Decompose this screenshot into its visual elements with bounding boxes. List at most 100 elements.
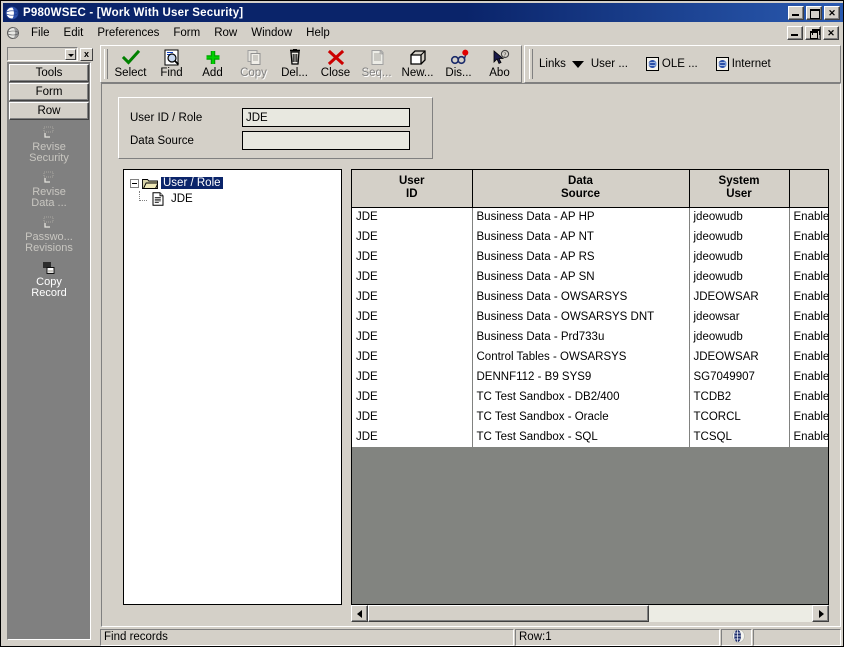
- cell-system-user: TCORCL: [689, 407, 790, 427]
- mdi-system-menu-icon[interactable]: [6, 26, 20, 40]
- sidebar-item-label2: Record: [31, 287, 67, 299]
- maximize-button[interactable]: [806, 5, 822, 20]
- link-user[interactable]: User ...: [591, 58, 628, 70]
- table-row[interactable]: JDE TC Test Sandbox - DB2/400 TCDB2 Enab…: [352, 387, 828, 407]
- new-window-button[interactable]: New...: [397, 47, 438, 81]
- cell-user-status: Enable: [789, 327, 828, 347]
- sidebar-item-revise-security[interactable]: Revise Security: [8, 126, 90, 164]
- add-button-label: Add: [202, 67, 223, 79]
- table-row[interactable]: JDE TC Test Sandbox - Oracle TCORCL Enab…: [352, 407, 828, 427]
- user-id-role-input[interactable]: [242, 108, 410, 127]
- grid-header-user-id-line2: ID: [406, 188, 418, 201]
- sidebar-item-copy-record[interactable]: Copy Record: [8, 261, 90, 299]
- about-button[interactable]: ? Abo: [479, 47, 520, 81]
- grid-header-user-status[interactable]: U St: [789, 170, 828, 208]
- grid-header-data-source[interactable]: Data Source: [472, 170, 690, 208]
- table-row[interactable]: JDE Business Data - AP RS jdeowudb Enabl…: [352, 247, 828, 267]
- toolbar-grip[interactable]: [104, 49, 108, 79]
- status-row-indicator: Row:1: [515, 629, 720, 646]
- sidebar-item-password-revisions[interactable]: Passwo... Revisions: [8, 216, 90, 254]
- add-button[interactable]: Add: [192, 47, 233, 81]
- plus-icon: [202, 49, 224, 66]
- data-source-input[interactable]: [242, 131, 410, 150]
- mdi-minimize-button[interactable]: [787, 26, 803, 40]
- copy-pages-icon: [243, 49, 265, 66]
- user-role-tree[interactable]: User / Role JDE: [123, 169, 342, 605]
- find-button-label: Find: [160, 67, 183, 79]
- display-button[interactable]: Dis...: [438, 47, 479, 81]
- user-security-grid[interactable]: User ID Data Source System User JDE Busi…: [351, 169, 829, 605]
- copy-button[interactable]: Copy: [233, 47, 274, 81]
- close-form-button[interactable]: Close: [315, 47, 356, 81]
- sidebar-tab-form[interactable]: Form: [9, 83, 89, 101]
- sequence-button[interactable]: Seq...: [356, 47, 397, 81]
- window-titlebar: P980WSEC - [Work With User Security] ✕: [3, 3, 843, 22]
- status-bar: Find records Row:1: [100, 629, 841, 646]
- menu-item-preferences[interactable]: Preferences: [90, 25, 166, 41]
- table-row[interactable]: JDE Business Data - OWSARSYS JDEOWSAR En…: [352, 287, 828, 307]
- grid-header-user-id[interactable]: User ID: [352, 170, 473, 208]
- menu-item-window[interactable]: Window: [244, 25, 299, 41]
- table-row[interactable]: JDE Business Data - OWSARSYS DNT jdeowsa…: [352, 307, 828, 327]
- tree-node-root[interactable]: User / Role: [124, 175, 341, 191]
- scrollbar-track[interactable]: [368, 605, 812, 622]
- tree-node-jde[interactable]: JDE: [124, 191, 341, 207]
- sidebar-tab-tools[interactable]: Tools: [9, 64, 89, 82]
- cell-user-status: Enable: [789, 207, 828, 227]
- user-id-role-label: User ID / Role: [130, 111, 203, 124]
- menu-item-row[interactable]: Row: [207, 25, 244, 41]
- cell-user-id: JDE: [352, 247, 473, 267]
- trash-can-icon: [284, 48, 306, 66]
- status-message: Find records: [100, 629, 514, 646]
- data-source-row: Data Source: [130, 131, 410, 150]
- grid-header-data-source-line2: Source: [561, 188, 600, 201]
- table-row[interactable]: JDE Business Data - AP NT jdeowudb Enabl…: [352, 227, 828, 247]
- cell-system-user: jdeowsar: [689, 307, 790, 327]
- close-button[interactable]: ✕: [824, 5, 840, 20]
- table-row[interactable]: JDE DENNF112 - B9 SYS9 SG7049907 Enable: [352, 367, 828, 387]
- cell-user-status: Enable: [789, 387, 828, 407]
- cell-user-status: Enable: [789, 347, 828, 367]
- minimize-button[interactable]: [788, 5, 804, 20]
- cell-data-source: Business Data - AP SN: [472, 267, 690, 287]
- scroll-left-arrow-icon[interactable]: [351, 605, 368, 622]
- sidebar-item-revise-data[interactable]: Revise Data ...: [8, 171, 90, 209]
- table-row[interactable]: JDE Control Tables - OWSARSYS JDEOWSAR E…: [352, 347, 828, 367]
- cell-user-id: JDE: [352, 347, 473, 367]
- links-toolbar-group: Links User ... OLE ... Internet: [524, 45, 841, 83]
- link-internet[interactable]: Internet: [715, 57, 771, 71]
- display-button-label: Dis...: [445, 67, 472, 79]
- cell-system-user: JDEOWSAR: [689, 287, 790, 307]
- sidebar-close-button[interactable]: x: [80, 47, 93, 61]
- chevron-down-icon[interactable]: [571, 60, 584, 68]
- cell-data-source: Business Data - AP NT: [472, 227, 690, 247]
- cell-user-status: Enable: [789, 247, 828, 267]
- menu-item-help[interactable]: Help: [299, 25, 337, 41]
- mdi-restore-button[interactable]: [805, 26, 821, 40]
- chevron-down-icon[interactable]: [65, 48, 76, 60]
- tree-collapse-icon[interactable]: [130, 178, 139, 188]
- grid-horizontal-scrollbar[interactable]: [351, 605, 829, 622]
- link-ole[interactable]: OLE ...: [645, 57, 698, 71]
- scrollbar-thumb[interactable]: [368, 605, 649, 622]
- select-button[interactable]: Select: [110, 47, 151, 81]
- table-row[interactable]: JDE TC Test Sandbox - SQL TCSQL Enable: [352, 427, 828, 447]
- find-button[interactable]: Find: [151, 47, 192, 81]
- delete-button[interactable]: Del...: [274, 47, 315, 81]
- table-row[interactable]: JDE Business Data - AP SN jdeowudb Enabl…: [352, 267, 828, 287]
- menu-item-edit[interactable]: Edit: [57, 25, 91, 41]
- menu-item-file[interactable]: File: [24, 25, 57, 41]
- mdi-close-button[interactable]: ✕: [823, 26, 839, 40]
- sequence-icon: [366, 49, 388, 66]
- cell-user-id: JDE: [352, 407, 473, 427]
- table-row[interactable]: JDE Business Data - AP HP jdeowudb Enabl…: [352, 207, 828, 227]
- menu-item-form[interactable]: Form: [166, 25, 207, 41]
- grid-header-system-user[interactable]: System User: [689, 170, 790, 208]
- cell-system-user: jdeowudb: [689, 227, 790, 247]
- table-row[interactable]: JDE Business Data - Prd733u jdeowudb Ena…: [352, 327, 828, 347]
- scroll-right-arrow-icon[interactable]: [812, 605, 829, 622]
- links-toolbar-grip[interactable]: [529, 49, 533, 79]
- document-icon: [150, 192, 166, 206]
- sidebar-dropdown[interactable]: [7, 47, 78, 61]
- sidebar-tab-row[interactable]: Row: [9, 102, 89, 120]
